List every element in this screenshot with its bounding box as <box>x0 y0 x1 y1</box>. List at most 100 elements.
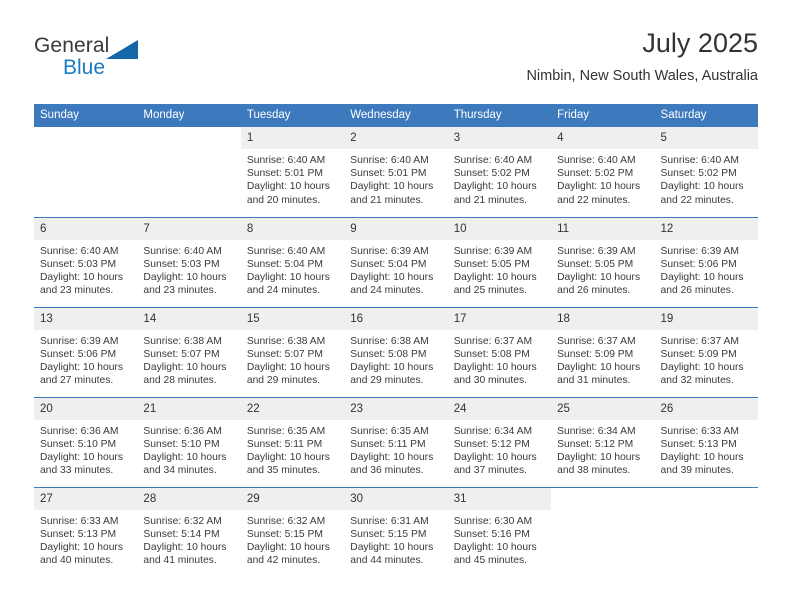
day-detail-line: Sunset: 5:01 PM <box>246 168 323 180</box>
day-detail-line: and 37 minutes. <box>453 465 527 477</box>
day-detail-line: Daylight: 10 hours <box>246 451 330 463</box>
day-detail-line: Daylight: 10 hours <box>40 361 123 373</box>
day-number: 16 <box>344 307 448 330</box>
calendar-day-cell[interactable]: 6 Sunrise: 6:40 AM Sunset: 5:03 PM Daylight… <box>34 216 138 307</box>
day-number <box>34 127 138 149</box>
day-detail-line: Daylight: 10 hours <box>660 451 744 463</box>
calendar-day-cell[interactable]: 29 Sunrise: 6:32 AM Sunset: 5:15 PM Dayligh… <box>240 486 345 577</box>
day-detail-line: Daylight: 10 hours <box>246 271 330 283</box>
weekday-header-sunday: Sunday <box>34 104 138 127</box>
day-detail-line: and 24 minutes. <box>246 285 321 297</box>
day-detail-line: Daylight: 10 hours <box>350 541 434 553</box>
day-detail-line: Sunrise: 6:36 AM <box>40 425 119 437</box>
calendar-day-cell[interactable]: 19 Sunrise: 6:37 AM Sunset: 5:09 PM Dayligh… <box>654 306 758 397</box>
day-detail-line: Sunrise: 6:38 AM <box>246 335 326 347</box>
calendar-day-cell[interactable]: 1 Sunrise: 6:40 AM Sunset: 5:01 PM Daylight… <box>240 127 345 217</box>
day-detail-line: Sunset: 5:13 PM <box>40 528 117 540</box>
calendar-week-row: 13 Sunrise: 6:39 AM Sunset: 5:06 PM Dayligh… <box>34 306 758 397</box>
weekday-header-tuesday: Tuesday <box>240 104 345 127</box>
calendar-day-cell[interactable]: 13 Sunrise: 6:39 AM Sunset: 5:06 PM Dayligh… <box>34 306 138 397</box>
calendar-week-row: 1 Sunrise: 6:40 AM Sunset: 5:01 PM Daylight… <box>34 127 758 217</box>
calendar-day-cell[interactable]: 30 Sunrise: 6:31 AM Sunset: 5:15 PM Dayligh… <box>344 486 448 577</box>
day-detail-line: and 31 minutes. <box>557 375 631 387</box>
calendar-day-cell[interactable]: 20 Sunrise: 6:36 AM Sunset: 5:10 PM Dayligh… <box>34 396 138 487</box>
day-number <box>654 487 758 510</box>
calendar-day-cell[interactable]: 23 Sunrise: 6:35 AM Sunset: 5:11 PM Dayligh… <box>344 396 448 487</box>
calendar-day-cell[interactable]: 21 Sunrise: 6:36 AM Sunset: 5:10 PM Dayligh… <box>137 396 241 487</box>
day-detail-line: Sunrise: 6:37 AM <box>557 335 636 347</box>
day-detail-line: Sunrise: 6:35 AM <box>350 425 429 437</box>
location-subtitle: Nimbin, New South Wales, Australia <box>526 68 758 84</box>
day-number: 10 <box>447 217 552 240</box>
day-details: Sunrise: 6:33 AM Sunset: 5:13 PM Daylight:… <box>655 420 758 478</box>
calendar-day-cell[interactable]: 27 Sunrise: 6:33 AM Sunset: 5:13 PM Dayligh… <box>34 486 138 577</box>
calendar-cell-empty <box>654 486 758 577</box>
calendar-day-cell[interactable]: 2 Sunrise: 6:40 AM Sunset: 5:01 PM Daylight… <box>344 127 448 217</box>
calendar-day-cell[interactable]: 10 Sunrise: 6:39 AM Sunset: 5:05 PM Dayligh… <box>447 216 552 307</box>
day-detail-line: Daylight: 10 hours <box>143 361 227 373</box>
day-detail-line: and 29 minutes. <box>350 375 424 387</box>
calendar-day-cell[interactable]: 15 Sunrise: 6:38 AM Sunset: 5:07 PM Dayligh… <box>240 306 345 397</box>
calendar-day-cell[interactable]: 22 Sunrise: 6:35 AM Sunset: 5:11 PM Dayligh… <box>240 396 345 487</box>
day-detail-line: Sunrise: 6:40 AM <box>246 245 326 257</box>
calendar-day-cell[interactable]: 5 Sunrise: 6:40 AM Sunset: 5:02 PM Daylight… <box>654 127 758 217</box>
calendar-cell-empty <box>551 486 655 577</box>
day-detail-line: Sunset: 5:03 PM <box>40 258 117 270</box>
day-detail-line: Sunset: 5:10 PM <box>143 438 220 450</box>
day-detail-line: and 28 minutes. <box>143 375 217 387</box>
calendar-day-cell[interactable]: 8 Sunrise: 6:40 AM Sunset: 5:04 PM Daylight… <box>240 216 345 307</box>
calendar-day-cell[interactable]: 16 Sunrise: 6:38 AM Sunset: 5:08 PM Dayligh… <box>344 306 448 397</box>
day-detail-line: Daylight: 10 hours <box>350 451 434 463</box>
calendar-day-cell[interactable]: 24 Sunrise: 6:34 AM Sunset: 5:12 PM Dayligh… <box>447 396 552 487</box>
day-details: Sunrise: 6:37 AM Sunset: 5:09 PM Daylight:… <box>551 330 654 388</box>
day-details: Sunrise: 6:39 AM Sunset: 5:05 PM Daylight:… <box>448 240 551 298</box>
day-detail-line: Sunset: 5:03 PM <box>143 258 220 270</box>
calendar-cell-empty <box>34 127 138 217</box>
calendar-week-row: 27 Sunrise: 6:33 AM Sunset: 5:13 PM Dayligh… <box>34 486 758 577</box>
calendar-day-cell[interactable]: 25 Sunrise: 6:34 AM Sunset: 5:12 PM Dayligh… <box>551 396 655 487</box>
day-detail-line: Daylight: 10 hours <box>453 181 537 193</box>
calendar-day-cell[interactable]: 26 Sunrise: 6:33 AM Sunset: 5:13 PM Dayligh… <box>654 396 758 487</box>
day-details: Sunrise: 6:40 AM Sunset: 5:02 PM Daylight:… <box>551 149 654 207</box>
day-number: 23 <box>344 397 448 420</box>
calendar-day-cell[interactable]: 17 Sunrise: 6:37 AM Sunset: 5:08 PM Dayligh… <box>447 306 552 397</box>
day-number: 28 <box>137 487 241 510</box>
calendar-day-cell[interactable]: 7 Sunrise: 6:40 AM Sunset: 5:03 PM Daylight… <box>137 216 241 307</box>
day-number: 22 <box>240 397 345 420</box>
day-detail-line: Sunrise: 6:38 AM <box>350 335 429 347</box>
weekday-header-monday: Monday <box>137 104 241 127</box>
weekday-header-saturday: Saturday <box>654 104 758 127</box>
day-details: Sunrise: 6:36 AM Sunset: 5:10 PM Daylight:… <box>34 420 137 478</box>
day-detail-line: Daylight: 10 hours <box>246 181 330 193</box>
day-detail-line: Sunset: 5:02 PM <box>453 168 530 180</box>
day-detail-line: and 38 minutes. <box>557 465 631 477</box>
calendar-day-cell[interactable]: 11 Sunrise: 6:39 AM Sunset: 5:05 PM Dayligh… <box>551 216 655 307</box>
day-detail-line: Sunrise: 6:35 AM <box>246 425 326 437</box>
general-blue-logo[interactable]: General Blue <box>34 26 184 86</box>
day-detail-line: Sunrise: 6:40 AM <box>660 155 739 166</box>
calendar-day-cell[interactable]: 14 Sunrise: 6:38 AM Sunset: 5:07 PM Dayligh… <box>137 306 241 397</box>
day-detail-line: Daylight: 10 hours <box>453 361 537 373</box>
calendar-day-cell[interactable]: 18 Sunrise: 6:37 AM Sunset: 5:09 PM Dayligh… <box>551 306 655 397</box>
calendar-day-cell[interactable]: 4 Sunrise: 6:40 AM Sunset: 5:02 PM Daylight… <box>551 127 655 217</box>
calendar-day-cell[interactable]: 9 Sunrise: 6:39 AM Sunset: 5:04 PM Daylight… <box>344 216 448 307</box>
page-title: July 2025 <box>642 28 758 58</box>
calendar-day-cell[interactable]: 31 Sunrise: 6:30 AM Sunset: 5:16 PM Dayligh… <box>447 486 552 577</box>
day-detail-line: Sunset: 5:06 PM <box>660 258 737 270</box>
day-detail-line: Sunrise: 6:30 AM <box>453 515 533 527</box>
day-detail-line: Sunset: 5:06 PM <box>40 348 117 360</box>
day-details: Sunrise: 6:35 AM Sunset: 5:11 PM Daylight:… <box>241 420 344 478</box>
day-number: 11 <box>551 217 655 240</box>
day-detail-line: Sunset: 5:15 PM <box>350 528 427 540</box>
day-detail-line: and 20 minutes. <box>246 194 321 206</box>
day-detail-line: Daylight: 10 hours <box>660 181 744 193</box>
calendar-day-cell[interactable]: 12 Sunrise: 6:39 AM Sunset: 5:06 PM Dayligh… <box>654 216 758 307</box>
day-detail-line: Sunset: 5:16 PM <box>453 528 530 540</box>
day-detail-line: and 21 minutes. <box>453 194 527 206</box>
calendar-day-cell[interactable]: 3 Sunrise: 6:40 AM Sunset: 5:02 PM Daylight… <box>447 127 552 217</box>
day-detail-line: Sunset: 5:10 PM <box>40 438 117 450</box>
day-details: Sunrise: 6:34 AM Sunset: 5:12 PM Daylight:… <box>551 420 654 478</box>
calendar-day-cell[interactable]: 28 Sunrise: 6:32 AM Sunset: 5:14 PM Dayligh… <box>137 486 241 577</box>
day-detail-line: Sunrise: 6:34 AM <box>557 425 636 437</box>
day-detail-line: and 36 minutes. <box>350 465 424 477</box>
